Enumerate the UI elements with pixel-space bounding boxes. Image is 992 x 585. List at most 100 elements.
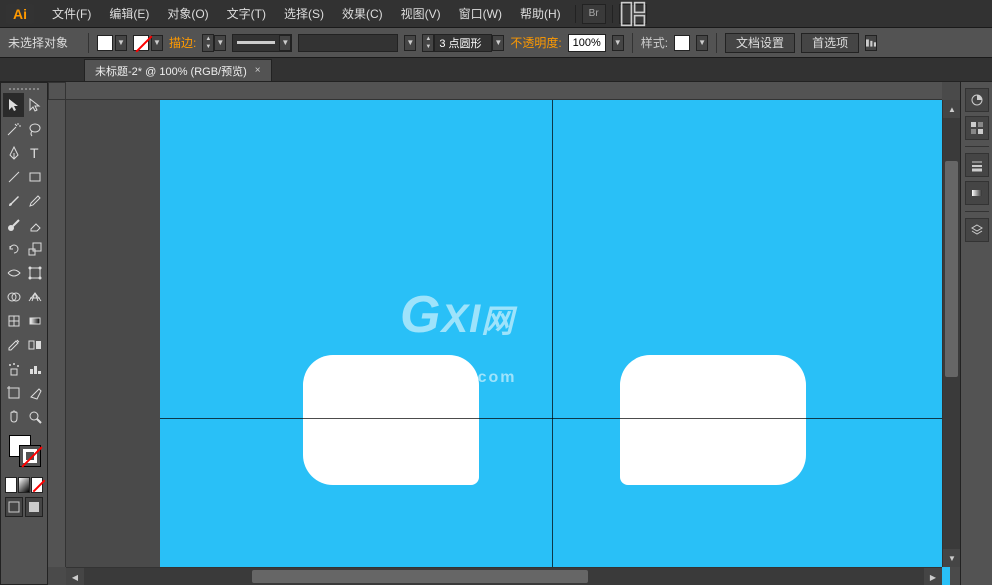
fill-control[interactable]: ▼ (97, 35, 127, 51)
draw-mode-button[interactable] (5, 497, 23, 517)
menu-window[interactable]: 窗口(W) (451, 1, 510, 26)
chevron-down-icon[interactable]: ▼ (115, 35, 127, 51)
paintbrush-tool[interactable] (3, 189, 24, 213)
zoom-tool[interactable] (24, 405, 45, 429)
width-stepper[interactable]: ▲ ▼ (422, 34, 434, 52)
blend-tool[interactable] (24, 333, 45, 357)
vertical-guide[interactable] (552, 100, 553, 585)
eraser-tool[interactable] (24, 213, 45, 237)
menu-file[interactable]: 文件(F) (44, 1, 99, 26)
stroke-profile-select[interactable]: ▼ (232, 34, 292, 52)
arrange-documents-button[interactable] (619, 4, 647, 24)
selection-tool[interactable] (3, 93, 24, 117)
mesh-tool[interactable] (3, 309, 24, 333)
opacity-input[interactable]: 100% (568, 34, 606, 52)
symbol-sprayer-tool[interactable] (3, 357, 24, 381)
width-profile-value[interactable]: 3 点圆形 (434, 34, 492, 52)
chevron-down-icon[interactable]: ▼ (279, 35, 291, 51)
panel-handle[interactable] (3, 85, 45, 93)
chevron-down-icon[interactable]: ▼ (151, 35, 163, 51)
chevron-down-icon[interactable]: ▼ (214, 35, 226, 51)
menu-view[interactable]: 视图(V) (393, 1, 449, 26)
menu-help[interactable]: 帮助(H) (512, 1, 569, 26)
color-mode-none[interactable] (31, 477, 43, 493)
magic-wand-tool[interactable] (3, 117, 24, 141)
artboard[interactable]: GXI网system.com (160, 100, 950, 585)
ruler-origin[interactable] (48, 82, 66, 100)
scroll-thumb[interactable] (945, 161, 958, 377)
stroke-control[interactable]: ▼ (133, 35, 163, 51)
align-dropdown[interactable] (865, 35, 877, 51)
graphic-style-swatch[interactable] (674, 35, 690, 51)
horizontal-ruler[interactable] (66, 82, 942, 100)
blob-brush-tool[interactable] (3, 213, 24, 237)
brush-definition-select[interactable] (298, 34, 398, 52)
chevron-down-icon[interactable]: ▼ (696, 35, 708, 51)
rectangle-tool[interactable] (24, 165, 45, 189)
vertical-ruler[interactable] (48, 100, 66, 567)
rounded-rect-shape-left[interactable] (303, 355, 479, 485)
rotate-tool[interactable] (3, 237, 24, 261)
type-tool[interactable]: T (24, 141, 45, 165)
scroll-right-icon[interactable]: ▶ (924, 568, 942, 585)
scroll-left-icon[interactable]: ◀ (66, 568, 84, 585)
stepper-up-icon[interactable]: ▲ (423, 35, 433, 43)
scroll-down-icon[interactable]: ▼ (943, 549, 960, 567)
swatches-panel-icon[interactable] (965, 116, 989, 140)
gradient-tool[interactable] (24, 309, 45, 333)
color-mode-gradient[interactable] (18, 477, 30, 493)
slice-tool[interactable] (24, 381, 45, 405)
chevron-down-icon[interactable]: ▼ (612, 35, 624, 51)
stroke-weight-stepper[interactable]: ▲ ▼ (202, 34, 214, 52)
width-tool[interactable] (3, 261, 24, 285)
vertical-scrollbar[interactable]: ▲ ▼ (942, 100, 960, 567)
fill-stroke-control[interactable] (3, 433, 45, 477)
color-panel-icon[interactable] (965, 88, 989, 112)
shape-builder-tool[interactable] (3, 285, 24, 309)
menu-type[interactable]: 文字(T) (219, 1, 274, 26)
screen-mode-button[interactable] (25, 497, 43, 517)
layers-panel-icon[interactable] (965, 218, 989, 242)
pen-tool[interactable] (3, 141, 24, 165)
column-graph-tool[interactable] (24, 357, 45, 381)
stepper-down-icon[interactable]: ▼ (423, 43, 433, 51)
scroll-track[interactable] (84, 568, 924, 585)
horizontal-guide[interactable] (160, 418, 950, 419)
color-mode-solid[interactable] (5, 477, 17, 493)
chevron-down-icon[interactable]: ▼ (492, 35, 504, 51)
scroll-up-icon[interactable]: ▲ (943, 100, 960, 118)
stepper-down-icon[interactable]: ▼ (203, 43, 213, 51)
document-tab[interactable]: 未标题-2* @ 100% (RGB/预览) × (84, 59, 272, 81)
fill-swatch[interactable] (97, 35, 113, 51)
horizontal-scrollbar[interactable]: ◀ ▶ (66, 567, 942, 585)
bridge-button[interactable]: Br (582, 4, 606, 24)
pencil-tool[interactable] (24, 189, 45, 213)
rounded-rect-shape-right[interactable] (620, 355, 806, 485)
close-icon[interactable]: × (255, 65, 261, 76)
stroke-weight-control[interactable]: ▲ ▼ ▼ (202, 34, 226, 52)
menu-object[interactable]: 对象(O) (159, 1, 216, 26)
line-segment-tool[interactable] (3, 165, 24, 189)
scroll-thumb[interactable] (252, 570, 588, 583)
variable-width-control[interactable]: ▲ ▼ 3 点圆形 ▼ (422, 34, 504, 52)
menu-effect[interactable]: 效果(C) (334, 1, 391, 26)
gradient-panel-icon[interactable] (965, 181, 989, 205)
scroll-track[interactable] (943, 118, 960, 549)
direct-selection-tool[interactable] (24, 93, 45, 117)
menu-select[interactable]: 选择(S) (276, 1, 332, 26)
stroke-panel-icon[interactable] (965, 153, 989, 177)
stroke-swatch-none[interactable] (133, 35, 149, 51)
perspective-grid-tool[interactable] (24, 285, 45, 309)
eyedropper-tool[interactable] (3, 333, 24, 357)
stroke-color-indicator[interactable] (19, 445, 41, 467)
document-setup-button[interactable]: 文档设置 (725, 33, 795, 53)
lasso-tool[interactable] (24, 117, 45, 141)
hand-tool[interactable] (3, 405, 24, 429)
scale-tool[interactable] (24, 237, 45, 261)
stepper-up-icon[interactable]: ▲ (203, 35, 213, 43)
menu-edit[interactable]: 编辑(E) (101, 1, 157, 26)
free-transform-tool[interactable] (24, 261, 45, 285)
preferences-button[interactable]: 首选项 (801, 33, 859, 53)
artboard-tool[interactable] (3, 381, 24, 405)
chevron-down-icon[interactable]: ▼ (404, 35, 416, 51)
